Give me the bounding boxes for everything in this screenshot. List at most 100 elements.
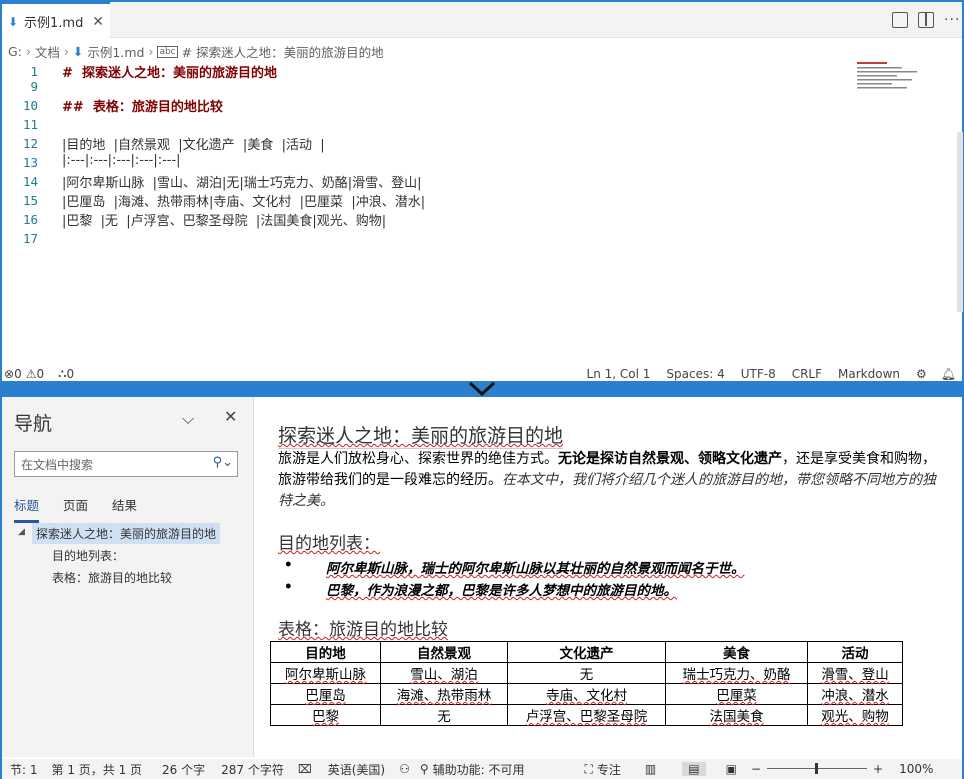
char-count[interactable]: 287 个字符 [221, 761, 284, 778]
tab-headings[interactable]: 标题 [14, 495, 40, 523]
word-status-bar: 节: 1 第 1 页，共 1 页 26 个字 287 个字符 ⌧ 英语(美国) … [2, 759, 962, 779]
table-cell: 巴厘菜 [665, 683, 808, 705]
section-indicator[interactable]: 节: 1 [10, 761, 38, 778]
close-icon[interactable]: ✕ [224, 407, 237, 426]
table-cell: 瑞士巧克力、奶酪 [665, 662, 808, 684]
tree-item[interactable]: 表格：旅游目的地比较 [52, 569, 172, 586]
tree-item[interactable]: 探索迷人之地：美丽的旅游目的地 [32, 523, 221, 544]
ports-icon[interactable]: ⛬ [58, 366, 66, 381]
code-line[interactable]: |目的地 |自然景观 |文化遗产 |美食 |活动 | [62, 134, 325, 153]
split-editor-icon[interactable] [918, 12, 934, 28]
line-number: 15 [22, 193, 38, 208]
line-number: 1 [30, 64, 38, 79]
table-header-row: 目的地 自然景观 文化遗产 美食 活动 [270, 641, 903, 663]
focus-icon[interactable]: ⛶ [584, 762, 592, 777]
open-preview-icon[interactable] [892, 12, 908, 28]
page-indicator[interactable]: 第 1 页，共 1 页 [52, 761, 143, 778]
close-icon[interactable]: ✕ [92, 14, 104, 30]
line-number: 12 [22, 136, 38, 151]
vertical-scrollbar[interactable] [957, 132, 963, 312]
accessibility-icon: ⚲ [419, 762, 429, 776]
text-predictions-icon[interactable]: ⚇ [399, 762, 410, 776]
tab-bar: ⬇ 示例1.md ✕ ··· [2, 2, 962, 39]
error-count[interactable]: 0 [14, 367, 22, 381]
warning-count[interactable]: 0 [36, 367, 44, 381]
navigation-pane: 导航 ⌵ ✕ 在文档中搜索 ⚲⌄ 标题 页面 结果 ◢ 探索迷人之地：美丽的旅游… [2, 397, 254, 757]
ports-count[interactable]: 0 [67, 367, 75, 381]
breadcrumb: G: › 文档 › ⬇ 示例1.md › abc # 探索迷人之地：美丽的旅游目的地 [8, 42, 384, 61]
table-cell: 寺庙、文化村 [507, 683, 666, 705]
tree-item[interactable]: 目的地列表： [52, 547, 124, 564]
markdown-file-icon: ⬇ [8, 14, 19, 29]
accessibility-status[interactable]: 辅助功能: 不可用 [433, 761, 525, 778]
code-line[interactable]: |:---|:---|:---|:---|:---| [62, 153, 181, 168]
tab-filename: 示例1.md [24, 16, 84, 31]
line-number: 10 [22, 98, 38, 113]
destination-list: 阿尔卑斯山脉，瑞士的阿尔卑斯山脉以其壮丽的自然景观而闻名于世。 巴黎，作为浪漫之… [284, 557, 745, 601]
code-line[interactable]: |阿尔卑斯山脉 |雪山、湖泊|无|瑞士巧克力、奶酪|滑雪、登山| [62, 172, 422, 191]
tab-results[interactable]: 结果 [112, 495, 137, 523]
chevron-down-icon [468, 381, 496, 397]
table-cell: 巴黎 [270, 704, 381, 726]
table-header: 美食 [665, 641, 808, 663]
error-icon[interactable]: ⊗ [4, 367, 14, 381]
chevron-down-icon[interactable]: ⌵ [182, 409, 194, 429]
line-number: 16 [22, 212, 38, 227]
web-layout-icon[interactable]: ▣ [726, 762, 737, 776]
document-heading-1: 探索迷人之地：美丽的旅游目的地 [278, 421, 564, 449]
table-cell: 阿尔卑斯山脉 [270, 662, 381, 684]
code-line[interactable]: |巴黎 |无 |卢浮宫、巴黎圣母院 |法国美食|观光、购物| [62, 210, 386, 229]
encoding[interactable]: UTF-8 [741, 367, 776, 381]
table-cell: 无 [507, 662, 666, 684]
line-number: 14 [22, 174, 38, 189]
indentation[interactable]: Spaces: 4 [666, 367, 724, 381]
cursor-position[interactable]: Ln 1, Col 1 [587, 367, 651, 381]
zoom-in-button[interactable]: + [873, 762, 883, 776]
zoom-level[interactable]: 100% [899, 762, 933, 776]
table-cell: 雪山、湖泊 [380, 662, 508, 684]
search-icon[interactable]: ⚲⌄ [213, 455, 233, 470]
code-line[interactable]: |巴厘岛 |海滩、热带雨林|寺庙、文化村 |巴厘菜 |冲浪、潜水| [62, 191, 425, 210]
tab-pages[interactable]: 页面 [63, 495, 88, 523]
editor-tab[interactable]: ⬇ 示例1.md ✕ [2, 2, 110, 39]
breadcrumb-symbol[interactable]: # 探索迷人之地：美丽的旅游目的地 [182, 42, 384, 61]
language-indicator[interactable]: 英语(美国) [328, 761, 385, 778]
table-row: 巴黎 无 卢浮宫、巴黎圣母院 法国美食 观光、购物 [270, 704, 903, 726]
table-cell: 观光、购物 [807, 704, 903, 726]
nav-search-input[interactable]: 在文档中搜索 ⚲⌄ [14, 451, 238, 477]
breadcrumb-folder[interactable]: 文档 [35, 42, 60, 61]
list-item: 巴黎，作为浪漫之都，巴黎是许多人梦想中的旅游目的地。 [284, 579, 745, 601]
heading-destinations: 目的地列表： [278, 534, 380, 554]
comparison-table: 目的地 自然景观 文化遗产 美食 活动 阿尔卑斯山脉 雪山、湖泊 无 瑞士巧克力… [270, 641, 903, 726]
zoom-slider[interactable] [767, 763, 867, 775]
table-cell: 海滩、热带雨林 [380, 683, 508, 705]
breadcrumb-file[interactable]: 示例1.md [87, 42, 144, 61]
editor-text-area[interactable]: 1 # 探索迷人之地：美丽的旅游目的地 9 10 ## 表格：旅游目的地比较 1… [2, 62, 852, 362]
line-ending[interactable]: CRLF [792, 367, 822, 381]
document-body[interactable]: 探索迷人之地：美丽的旅游目的地 旅游是人们放松身心、探索世界的绝佳方式。无论是探… [254, 397, 962, 757]
table-cell: 卢浮宫、巴黎圣母院 [507, 704, 666, 726]
minimap[interactable] [857, 62, 957, 102]
table-header: 目的地 [270, 641, 381, 663]
sync-icon[interactable]: ⚙ [916, 367, 927, 381]
proofing-icon[interactable]: ⌧ [298, 762, 312, 776]
table-header: 文化遗产 [507, 641, 666, 663]
warning-icon[interactable]: ⚠ [26, 367, 37, 381]
print-layout-icon[interactable]: ▤ [682, 762, 706, 776]
focus-mode[interactable]: 专注 [597, 761, 621, 778]
more-actions-icon[interactable]: ··· [944, 12, 960, 28]
markdown-file-icon: ⬇ [72, 44, 84, 59]
notification-bell-icon[interactable]: 🔔︎ [941, 367, 956, 381]
table-cell: 无 [380, 704, 508, 726]
code-line[interactable]: ## 表格：旅游目的地比较 [62, 96, 223, 115]
table-cell: 滑雪、登山 [807, 662, 903, 684]
heading-table: 表格：旅游目的地比较 [278, 620, 448, 640]
zoom-out-button[interactable]: − [751, 762, 761, 776]
code-line[interactable]: # 探索迷人之地：美丽的旅游目的地 [62, 62, 277, 81]
collapse-triangle-icon[interactable]: ◢ [18, 527, 25, 537]
word-count[interactable]: 26 个字 [162, 761, 205, 778]
language-mode[interactable]: Markdown [838, 367, 900, 381]
table-header: 活动 [807, 641, 903, 663]
breadcrumb-drive[interactable]: G: [8, 44, 22, 59]
read-mode-icon[interactable]: ▥ [645, 762, 656, 776]
